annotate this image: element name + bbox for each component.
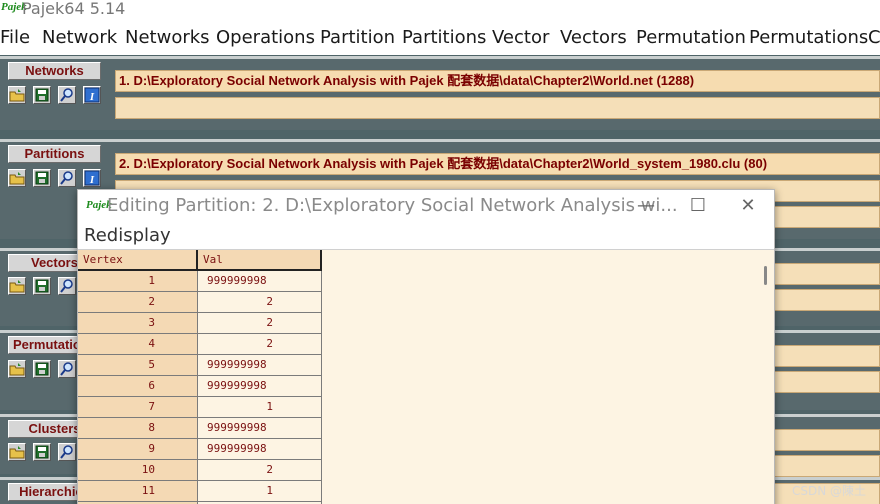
table-row[interactable]: 1 999999998 bbox=[78, 271, 322, 292]
value-cell[interactable]: 2 bbox=[198, 334, 322, 355]
table-row[interactable]: 10 2 bbox=[78, 460, 322, 481]
networks-second-select[interactable] bbox=[115, 97, 880, 119]
editor-title: Editing Partition: 2. D:\Exploratory Soc… bbox=[107, 195, 678, 216]
menu-permutations[interactable]: Permutations bbox=[749, 27, 868, 49]
column-header-vertex[interactable]: Vertex bbox=[78, 250, 198, 271]
menu-file[interactable]: File bbox=[0, 27, 30, 49]
magnifier-icon[interactable] bbox=[58, 360, 76, 378]
table-row[interactable]: 32 bbox=[78, 313, 322, 334]
save-disk-icon[interactable] bbox=[33, 277, 51, 295]
vertex-cell: 10 bbox=[78, 460, 198, 481]
vertex-cell: 8 bbox=[78, 418, 198, 439]
menu-networks[interactable]: Networks bbox=[125, 27, 210, 49]
magnifier-icon[interactable] bbox=[58, 169, 76, 187]
vertex-cell: 5 bbox=[78, 355, 198, 376]
app-titlebar: Pajek Pajek64 5.14 bbox=[0, 0, 880, 22]
svg-text:I: I bbox=[89, 91, 95, 103]
info-icon[interactable]: I bbox=[83, 169, 101, 187]
open-folder-icon[interactable] bbox=[8, 443, 26, 461]
table-row[interactable]: 8 999999998 bbox=[78, 418, 322, 439]
vertex-cell: 2 bbox=[78, 292, 198, 313]
value-cell[interactable]: 2 bbox=[198, 292, 322, 313]
save-disk-icon[interactable] bbox=[33, 443, 51, 461]
table-row[interactable]: 6 999999998 bbox=[78, 376, 322, 397]
table-row[interactable]: 22 bbox=[78, 292, 322, 313]
menu-vector[interactable]: Vector bbox=[492, 27, 549, 49]
vertex-cell: 7 bbox=[78, 397, 198, 418]
value-cell[interactable]: 2 bbox=[198, 460, 322, 481]
value-cell[interactable]: 999999998 bbox=[198, 271, 322, 292]
magnifier-icon[interactable] bbox=[58, 443, 76, 461]
partition-editor-window: Pajek Editing Partition: 2. D:\Explorato… bbox=[77, 189, 775, 504]
scrollbar-thumb[interactable] bbox=[764, 266, 767, 285]
magnifier-icon[interactable] bbox=[58, 277, 76, 295]
grid-header: Vertex Val bbox=[78, 250, 322, 271]
menu-network[interactable]: Network bbox=[42, 27, 117, 49]
magnifier-icon[interactable] bbox=[58, 86, 76, 104]
menu-more[interactable]: C bbox=[868, 27, 880, 49]
value-cell[interactable]: 1 bbox=[198, 397, 322, 418]
info-icon[interactable]: I bbox=[83, 86, 101, 104]
vertex-cell: 4 bbox=[78, 334, 198, 355]
partitions-select[interactable]: 2. D:\Exploratory Social Network Analysi… bbox=[115, 153, 880, 175]
open-folder-icon[interactable] bbox=[8, 360, 26, 378]
menu-partitions[interactable]: Partitions bbox=[402, 27, 486, 49]
value-cell[interactable]: 999999998 bbox=[198, 355, 322, 376]
save-disk-icon[interactable] bbox=[33, 360, 51, 378]
table-row[interactable]: 5 999999998 bbox=[78, 355, 322, 376]
app-title: Pajek64 5.14 bbox=[22, 0, 126, 18]
open-folder-icon[interactable] bbox=[8, 169, 26, 187]
editor-titlebar[interactable]: Pajek Editing Partition: 2. D:\Explorato… bbox=[78, 190, 774, 222]
grid-rows: 1 999999998 2 2 3 2 4 2 5 999999998 6 999999998 7 1 8 9… bbox=[78, 271, 322, 504]
menu-operations[interactable]: Operations bbox=[216, 27, 315, 49]
open-folder-icon[interactable] bbox=[8, 86, 26, 104]
networks-group: Networks I 1. D:\Exploratory Social Netw… bbox=[0, 56, 880, 130]
minimize-button[interactable]: — bbox=[626, 195, 666, 217]
menu-permutation[interactable]: Permutation bbox=[636, 27, 746, 49]
redisplay-menu-item[interactable]: Redisplay bbox=[84, 225, 171, 247]
column-header-val[interactable]: Val bbox=[198, 250, 322, 271]
vertex-cell: 9 bbox=[78, 439, 198, 460]
partition-grid[interactable]: Vertex Val 1 999999998 2 2 3 2 4 2 5 999999998 6 99… bbox=[78, 250, 774, 504]
value-cell[interactable]: 2 bbox=[198, 313, 322, 334]
networks-select[interactable]: 1. D:\Exploratory Social Network Analysi… bbox=[115, 70, 880, 92]
save-disk-icon[interactable] bbox=[33, 169, 51, 187]
open-folder-icon[interactable] bbox=[8, 277, 26, 295]
networks-label: Networks bbox=[8, 62, 101, 80]
menu-vectors[interactable]: Vectors bbox=[560, 27, 627, 49]
vertex-cell: 3 bbox=[78, 313, 198, 334]
value-cell[interactable]: 1 bbox=[198, 481, 322, 502]
watermark: CSDN @陳土 bbox=[791, 484, 866, 498]
vertex-cell: 1 bbox=[78, 271, 198, 292]
maximize-button[interactable]: ☐ bbox=[678, 195, 718, 217]
table-row[interactable]: 42 bbox=[78, 334, 322, 355]
table-row[interactable]: 71 bbox=[78, 397, 322, 418]
partitions-label: Partitions bbox=[8, 145, 101, 163]
table-row[interactable]: 9 999999998 bbox=[78, 439, 322, 460]
close-button[interactable]: ✕ bbox=[728, 195, 768, 217]
vertex-cell: 6 bbox=[78, 376, 198, 397]
value-cell[interactable]: 999999998 bbox=[198, 418, 322, 439]
menubar: File Network Networks Operations Partiti… bbox=[0, 22, 880, 55]
value-cell[interactable]: 999999998 bbox=[198, 376, 322, 397]
value-cell[interactable]: 999999998 bbox=[198, 439, 322, 460]
editor-menubar: Redisplay bbox=[78, 222, 774, 250]
table-row[interactable]: 11 1 bbox=[78, 481, 322, 502]
svg-text:I: I bbox=[89, 174, 95, 186]
menu-partition[interactable]: Partition bbox=[320, 27, 395, 49]
vertex-cell: 11 bbox=[78, 481, 198, 502]
save-disk-icon[interactable] bbox=[33, 86, 51, 104]
